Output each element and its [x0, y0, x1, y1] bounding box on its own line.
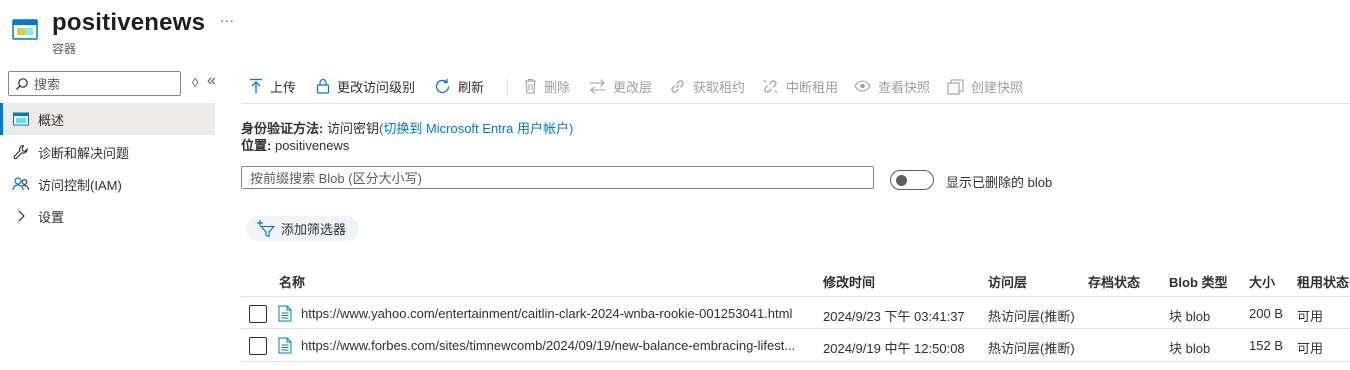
link-icon: [671, 79, 684, 93]
blob-modified: 2024/9/19 中午 12:50:08: [823, 341, 965, 356]
view-snapshots-button[interactable]: 查看快照: [854, 76, 930, 96]
lock-icon: [316, 78, 330, 94]
container-icon: [12, 17, 38, 41]
column-header-lease[interactable]: 租用状态: [1297, 272, 1349, 291]
location-line: 位置: positivenews: [241, 135, 349, 154]
acquire-lease-button[interactable]: 获取租约: [669, 76, 745, 96]
column-header-size[interactable]: 大小: [1249, 272, 1275, 291]
change-access-level-button[interactable]: 更改访问级别: [316, 76, 415, 96]
blob-name[interactable]: https://www.forbes.com/sites/timnewcomb/…: [301, 338, 801, 353]
sidebar-search-input[interactable]: 搜索: [8, 71, 181, 96]
swap-icon: [590, 78, 605, 94]
upload-button[interactable]: 上传: [249, 76, 296, 96]
blob-search-placeholder: 按前缀搜索 Blob (区分大小写): [250, 171, 422, 186]
sort-icon[interactable]: ◊: [192, 75, 198, 90]
blob-size: 200 B: [1249, 306, 1283, 321]
collapse-icon[interactable]: «: [207, 72, 216, 90]
delete-button[interactable]: 删除: [524, 76, 570, 96]
blob-modified: 2024/9/23 下午 03:41:37: [823, 309, 965, 324]
sidebar-search-placeholder: 搜索: [34, 77, 61, 92]
view-snapshots-label: 查看快照: [878, 79, 931, 95]
break-lease-label: 中断租用: [786, 79, 839, 95]
break-lease-button[interactable]: 中断租用: [762, 76, 838, 96]
more-options-button[interactable]: ···: [220, 12, 234, 28]
sidebar-item-overview[interactable]: 概述: [0, 103, 215, 135]
people-icon: [12, 175, 30, 193]
blob-type: 块 blob: [1169, 309, 1211, 324]
add-filter-icon: [257, 220, 275, 237]
eye-icon: [854, 80, 871, 92]
blob-type: 块 blob: [1169, 341, 1211, 356]
sidebar-item-settings[interactable]: 设置: [0, 200, 215, 232]
show-deleted-label: 显示已删除的 blob: [946, 175, 1053, 190]
sidebar-item-label: 概述: [38, 112, 65, 128]
refresh-icon: [435, 78, 450, 93]
auth-method-value: 访问密钥: [326, 121, 379, 136]
table-row[interactable]: https://www.yahoo.com/entertainment/cait…: [241, 296, 1350, 329]
sidebar-item-label: 设置: [38, 209, 65, 225]
page-title: positivenews: [52, 9, 206, 36]
column-header-blob-type[interactable]: Blob 类型: [1169, 272, 1228, 291]
change-tier-button[interactable]: 更改层: [589, 76, 652, 96]
blob-lease: 可用: [1297, 309, 1324, 324]
create-snapshot-button[interactable]: 创建快照: [947, 76, 1023, 96]
blob-tier: 热访问层(推断): [988, 309, 1075, 324]
command-bar: 上传 更改访问级别 刷新 删除 更改层 获取租约 中断租用 查看快照 创建快照: [241, 70, 1350, 104]
chevron-right-icon: [12, 207, 30, 225]
sidebar-item-label: 诊断和解决问题: [38, 145, 130, 161]
upload-label: 上传: [270, 79, 297, 95]
sidebar-item-diagnose[interactable]: 诊断和解决问题: [0, 136, 215, 168]
location-label: 位置:: [241, 138, 272, 153]
file-icon: [278, 305, 292, 322]
acquire-lease-label: 获取租约: [693, 79, 746, 95]
table-row[interactable]: https://www.forbes.com/sites/timnewcomb/…: [241, 329, 1350, 362]
column-header-modified[interactable]: 修改时间: [823, 272, 875, 291]
container-icon: [12, 110, 30, 128]
broken-link-icon: [763, 79, 778, 93]
row-checkbox[interactable]: [249, 305, 267, 323]
blob-tier: 热访问层(推断): [988, 341, 1075, 356]
column-header-archive[interactable]: 存档状态: [1088, 272, 1140, 291]
file-icon: [278, 337, 292, 354]
wrench-icon: [12, 143, 30, 161]
blob-lease: 可用: [1297, 341, 1324, 356]
column-header-tier[interactable]: 访问层: [988, 272, 1027, 291]
snapshot-icon: [947, 78, 964, 95]
add-filter-button[interactable]: 添加筛选器: [246, 216, 359, 241]
toolbar-divider: [507, 78, 508, 96]
show-deleted-toggle[interactable]: [890, 170, 934, 190]
blob-size: 152 B: [1249, 338, 1283, 353]
change-access-label: 更改访问级别: [337, 79, 416, 95]
refresh-label: 刷新: [458, 79, 485, 95]
row-checkbox[interactable]: [249, 337, 267, 355]
upload-icon: [250, 78, 262, 93]
refresh-button[interactable]: 刷新: [434, 76, 484, 96]
blob-name[interactable]: https://www.yahoo.com/entertainment/cait…: [301, 306, 801, 321]
blob-prefix-search-input[interactable]: 按前缀搜索 Blob (区分大小写): [241, 166, 874, 189]
toggle-knob: [896, 175, 907, 186]
sidebar-item-iam[interactable]: 访问控制(IAM): [0, 168, 215, 200]
change-tier-label: 更改层: [613, 79, 653, 95]
create-snapshot-label: 创建快照: [971, 79, 1024, 95]
add-filter-label: 添加筛选器: [281, 222, 347, 237]
column-header-name[interactable]: 名称: [279, 272, 305, 291]
auth-method-label: 身份验证方法:: [241, 121, 324, 136]
trash-icon: [525, 78, 536, 94]
location-value: positivenews: [274, 138, 350, 153]
page-subtitle: 容器: [52, 42, 77, 56]
delete-label: 删除: [544, 79, 571, 95]
switch-auth-link[interactable]: (切换到 Microsoft Entra 用户帐户): [379, 121, 573, 136]
search-icon: [16, 77, 28, 90]
sidebar-item-label: 访问控制(IAM): [38, 177, 122, 193]
